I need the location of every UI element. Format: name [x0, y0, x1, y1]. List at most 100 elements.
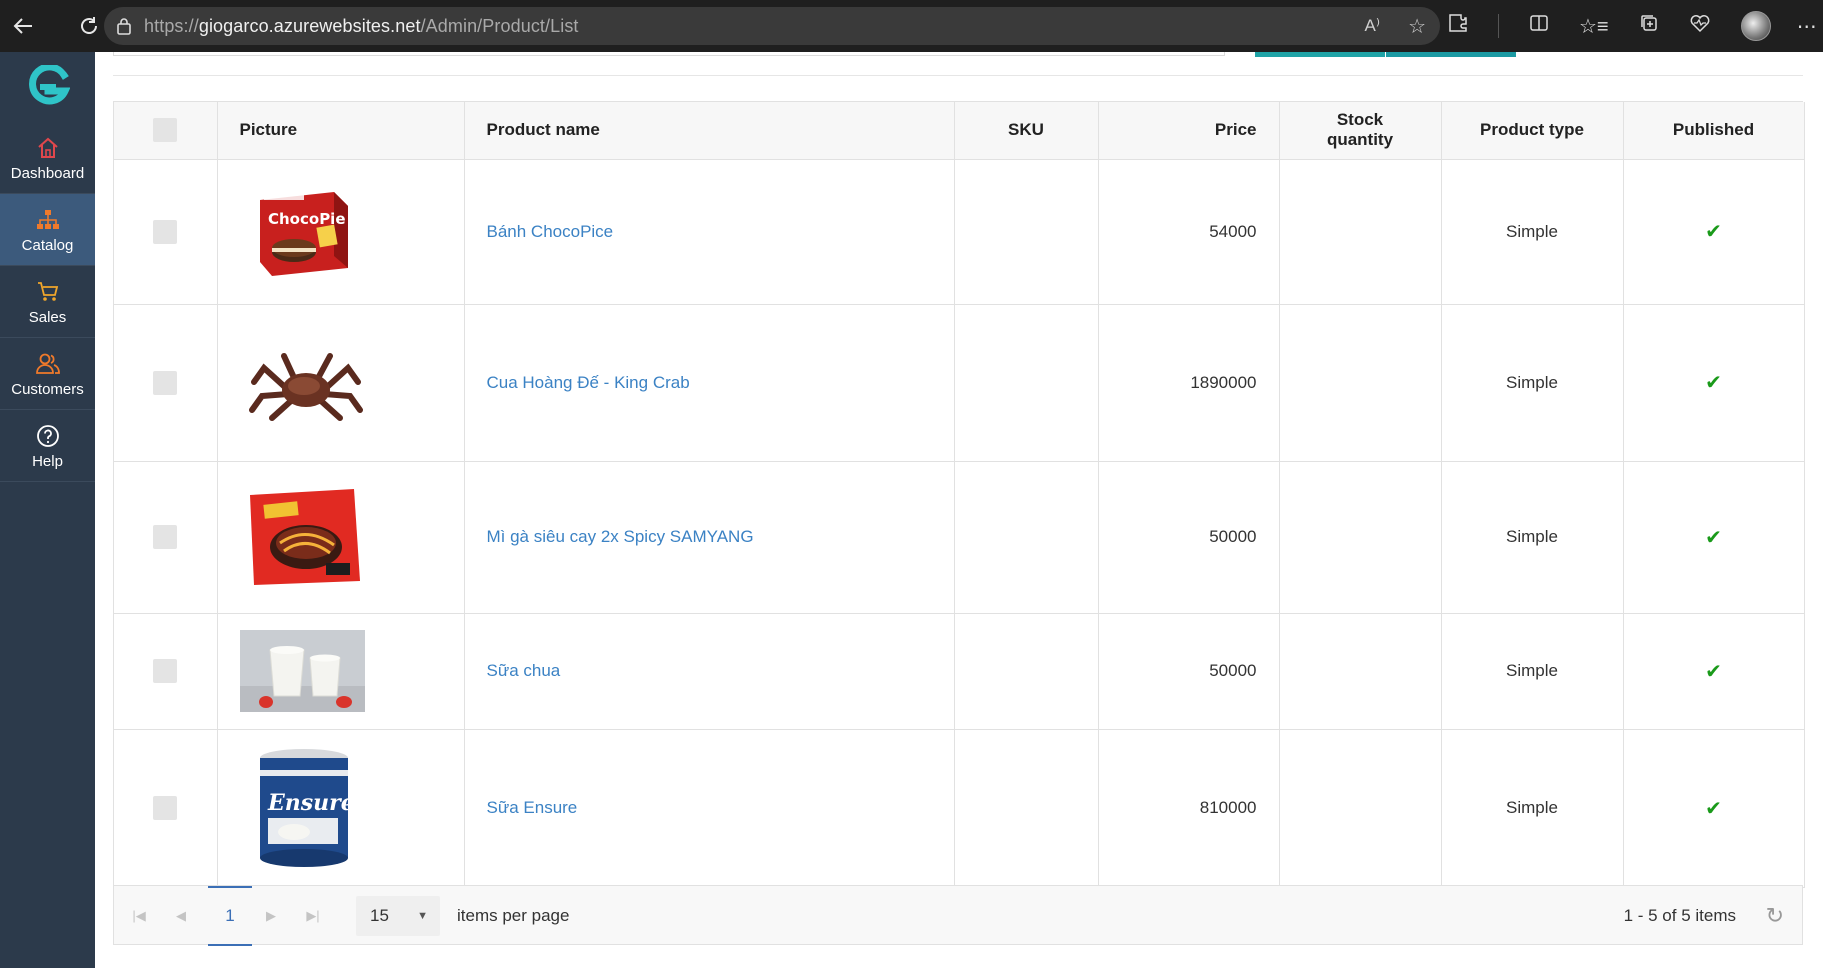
action-button[interactable] — [1386, 52, 1516, 57]
previous-page-icon[interactable]: ◀ — [166, 886, 196, 946]
svg-text:Ensure: Ensure — [267, 790, 354, 816]
price-cell: 54000 — [1098, 159, 1280, 305]
cart-icon — [36, 277, 60, 307]
published-check-icon: ✔ — [1705, 660, 1722, 683]
table-row: Mì gà siêu cay 2x Spicy SAMYANG 50000 Si… — [114, 461, 1805, 614]
url-scheme: https:// — [144, 15, 199, 36]
sidebar-item-sales[interactable]: Sales — [0, 266, 95, 338]
table-row: Cua Hoàng Đế - King Crab 1890000 Simple … — [114, 304, 1805, 462]
select-all-checkbox[interactable] — [153, 118, 178, 143]
grid-pager: |◀ ◀ 1 ▶ ▶| 15 ▼ items per page 1 - 5 of… — [113, 885, 1803, 946]
column-header-published[interactable]: Published — [1623, 102, 1805, 160]
stock-cell — [1279, 159, 1442, 305]
sidebar-item-label: Catalog — [21, 237, 74, 254]
chevron-down-icon: ▼ — [417, 910, 428, 922]
sidebar-item-label: Dashboard — [10, 165, 85, 182]
browser-toolbar: https://giogarco.azurewebsites.net/Admin… — [0, 0, 1823, 52]
picture-cell: ChocoPie — [217, 159, 465, 305]
published-check-icon: ✔ — [1705, 372, 1722, 394]
picture-cell: Ensure — [217, 729, 465, 888]
row-checkbox[interactable] — [153, 219, 178, 244]
profile-avatar[interactable] — [1740, 11, 1771, 41]
toolbar-divider — [1498, 14, 1499, 38]
column-header-picture: Picture — [217, 102, 465, 160]
row-select-cell — [114, 729, 218, 888]
published-cell: ✔ — [1623, 461, 1805, 614]
row-checkbox[interactable] — [153, 659, 178, 683]
address-bar[interactable]: https://giogarco.azurewebsites.net/Admin… — [104, 7, 1440, 45]
page-size-select[interactable]: 15 ▼ — [356, 896, 440, 936]
price-cell: 50000 — [1098, 461, 1280, 614]
product-name-cell: Sữa chua — [464, 613, 955, 730]
pager-info: 1 - 5 of 5 items — [1623, 906, 1736, 925]
product-name-link[interactable]: Sữa Ensure — [487, 798, 578, 817]
sidebar-item-help[interactable]: Help — [0, 410, 95, 482]
main-content: Picture Product name SKU Price Stock qua… — [95, 52, 1823, 968]
column-header-stock[interactable]: Stock quantity — [1279, 102, 1442, 160]
home-icon — [36, 133, 60, 163]
url-text: https://giogarco.azurewebsites.net/Admin… — [144, 16, 579, 37]
column-header-product-type[interactable]: Product type — [1441, 102, 1624, 160]
browser-essentials-icon[interactable] — [1689, 13, 1711, 39]
next-page-icon[interactable]: ▶ — [256, 886, 286, 946]
row-select-cell — [114, 159, 218, 305]
price-cell: 50000 — [1098, 613, 1280, 730]
product-type-cell: Simple — [1441, 304, 1624, 462]
collections-icon[interactable] — [1639, 13, 1659, 39]
product-name-cell: Bánh ChocoPice — [464, 159, 955, 305]
last-page-icon[interactable]: ▶| — [298, 886, 328, 946]
picture-cell — [217, 461, 465, 614]
product-type-cell: Simple — [1441, 461, 1624, 614]
favorite-star-icon[interactable]: ☆ — [1408, 14, 1426, 39]
price-cell: 810000 — [1098, 729, 1280, 888]
row-checkbox[interactable] — [153, 370, 178, 395]
refresh-icon[interactable]: ↻ — [1766, 886, 1784, 946]
sidebar-item-customers[interactable]: Customers — [0, 338, 95, 410]
first-page-icon[interactable]: |◀ — [124, 886, 154, 946]
published-check-icon: ✔ — [1705, 526, 1722, 549]
brand-logo[interactable] — [0, 52, 95, 122]
published-cell: ✔ — [1623, 613, 1805, 730]
row-checkbox[interactable] — [153, 796, 178, 820]
product-name-link[interactable]: Mì gà siêu cay 2x Spicy SAMYANG — [487, 527, 754, 546]
stock-cell — [1279, 461, 1442, 614]
product-name-link[interactable]: Sữa chua — [487, 661, 561, 680]
extensions-icon[interactable] — [1448, 13, 1468, 39]
sku-cell — [954, 304, 1099, 462]
published-cell: ✔ — [1623, 304, 1805, 462]
king-crab-image — [248, 352, 363, 421]
sidebar-item-dashboard[interactable]: Dashboard — [0, 122, 95, 194]
page-scrollbar[interactable] — [1808, 52, 1823, 968]
table-header-row: Picture Product name SKU Price Stock qua… — [114, 102, 1805, 160]
sidebar-item-label: Help — [32, 453, 63, 470]
admin-sidebar: Dashboard Catalog Sales Customers Help — [0, 52, 95, 968]
table-row: Ensure Sữa Ensure 810000 Simple ✔ — [114, 729, 1805, 888]
row-checkbox[interactable] — [153, 525, 178, 549]
select-all-header — [114, 102, 218, 160]
sitemap-icon — [36, 205, 60, 235]
product-name-link[interactable]: Cua Hoàng Đế - King Crab — [487, 373, 690, 392]
sidebar-item-catalog[interactable]: Catalog — [0, 194, 95, 266]
sku-cell — [954, 461, 1099, 614]
lock-icon[interactable] — [104, 17, 144, 35]
published-cell: ✔ — [1623, 729, 1805, 888]
table-row: Sữa chua 50000 Simple ✔ — [114, 613, 1805, 730]
action-button[interactable] — [1255, 52, 1385, 57]
column-header-product-name[interactable]: Product name — [464, 102, 955, 160]
stock-cell — [1279, 304, 1442, 462]
back-arrow-icon[interactable] — [0, 0, 46, 52]
current-page-button[interactable]: 1 — [208, 886, 252, 946]
sku-cell — [954, 613, 1099, 730]
favorites-icon[interactable]: ☆≡ — [1579, 14, 1609, 39]
column-header-sku[interactable]: SKU — [954, 102, 1099, 160]
row-select-cell — [114, 304, 218, 462]
more-menu-icon[interactable]: ⋯ — [1797, 14, 1817, 39]
product-name-link[interactable]: Bánh ChocoPice — [487, 222, 614, 241]
table-row: ChocoPie Bánh ChocoPice 54000 Simple ✔ — [114, 159, 1805, 305]
sidebar-item-label: Sales — [28, 309, 67, 326]
column-header-price[interactable]: Price — [1098, 102, 1280, 160]
read-aloud-icon[interactable]: A⁾ — [1365, 16, 1381, 36]
published-check-icon: ✔ — [1705, 797, 1722, 820]
split-screen-icon[interactable] — [1529, 13, 1549, 39]
stock-cell — [1279, 613, 1442, 730]
